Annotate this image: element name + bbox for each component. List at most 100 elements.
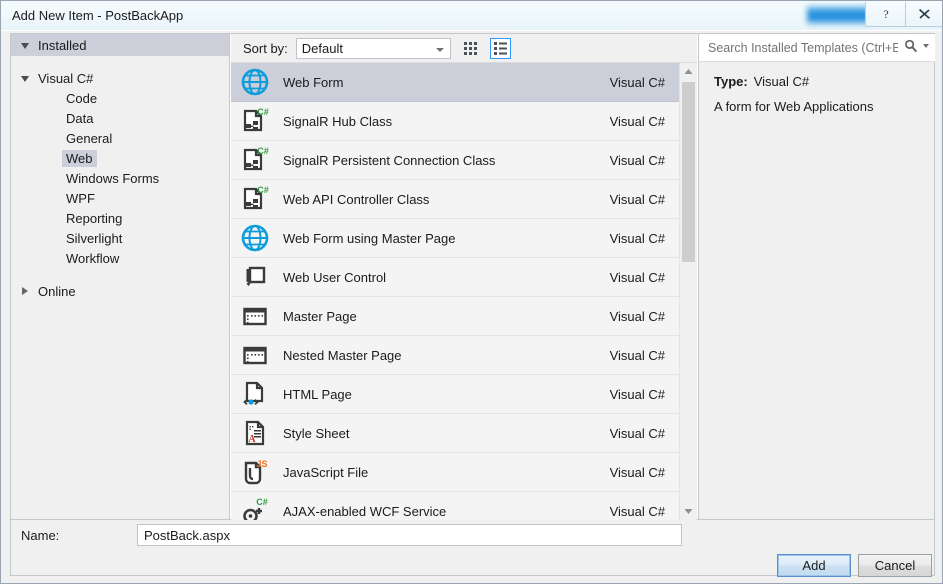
help-button[interactable]: ? bbox=[865, 2, 905, 27]
sidebar-item-label: Code bbox=[66, 90, 98, 106]
scroll-down-button[interactable] bbox=[680, 503, 697, 520]
list-item-name: Nested Master Page bbox=[283, 347, 402, 363]
list-item[interactable]: Web Form using Master Page Visual C# bbox=[231, 219, 679, 258]
dialog-title: Add New Item - PostBackApp bbox=[12, 8, 184, 23]
globe-icon bbox=[239, 222, 271, 254]
style-sheet-icon: A bbox=[239, 417, 271, 449]
svg-text:C#: C# bbox=[256, 497, 268, 507]
detail-type-label: Type: bbox=[714, 74, 748, 89]
list-item[interactable]: Master Page Visual C# bbox=[231, 297, 679, 336]
chevron-down-icon bbox=[21, 43, 29, 49]
sidebar-item-windows-forms[interactable]: Windows Forms bbox=[11, 168, 229, 188]
svg-text:C#: C# bbox=[257, 107, 269, 117]
csharp-class-icon: C# bbox=[239, 105, 271, 137]
sidebar-item-data[interactable]: Data bbox=[11, 108, 229, 128]
list-item-language: Visual C# bbox=[609, 503, 665, 519]
sidebar-item-label: Data bbox=[66, 110, 94, 126]
list-item-language: Visual C# bbox=[609, 191, 665, 207]
list-item[interactable]: C# Web API Controller Class Visual C# bbox=[231, 180, 679, 219]
sidebar-item-code[interactable]: Code bbox=[11, 88, 229, 108]
dialog-body: Installed Visual C# Code Data General We… bbox=[10, 33, 935, 520]
list-item-name: Web API Controller Class bbox=[283, 191, 430, 207]
add-new-item-dialog: Add New Item - PostBackApp ? Installed V… bbox=[0, 0, 943, 584]
list-item[interactable]: Nested Master Page Visual C# bbox=[231, 336, 679, 375]
list-item-name: Master Page bbox=[283, 308, 357, 324]
template-list[interactable]: Web Form Visual C# C# SignalR Hub Class … bbox=[231, 63, 679, 520]
list-item-name: AJAX-enabled WCF Service bbox=[283, 503, 447, 519]
name-label: Name: bbox=[21, 528, 60, 543]
details-pane: Type: Visual C# A form for Web Applicatio… bbox=[698, 34, 935, 519]
tree-header-installed[interactable]: Installed bbox=[11, 34, 229, 56]
close-button[interactable] bbox=[905, 2, 942, 27]
list-item-language: Visual C# bbox=[609, 113, 665, 129]
list-item[interactable]: Web User Control Visual C# bbox=[231, 258, 679, 297]
html-page-icon bbox=[239, 378, 271, 410]
chevron-down-icon bbox=[923, 44, 929, 48]
svg-text:JS: JS bbox=[256, 459, 267, 469]
list-item-name: JavaScript File bbox=[283, 464, 369, 480]
list-view-button[interactable] bbox=[489, 37, 511, 59]
list-item-language: Visual C# bbox=[609, 152, 665, 168]
medium-icons-view-button[interactable] bbox=[460, 38, 481, 59]
sidebar-item-workflow[interactable]: Workflow bbox=[11, 248, 229, 268]
svg-text:A: A bbox=[248, 434, 256, 445]
name-input[interactable] bbox=[137, 524, 682, 546]
list-item[interactable]: C# SignalR Persistent Connection Class V… bbox=[231, 141, 679, 180]
svg-text:C#: C# bbox=[257, 185, 269, 195]
chevron-down-icon bbox=[435, 47, 444, 52]
help-icon: ? bbox=[883, 7, 888, 21]
list-item[interactable]: HTML Page Visual C# bbox=[231, 375, 679, 414]
wcf-service-icon: C# bbox=[239, 495, 271, 520]
search-icon-group[interactable] bbox=[904, 39, 929, 53]
javascript-file-icon: JS bbox=[239, 456, 271, 488]
sidebar-item-general[interactable]: General bbox=[11, 128, 229, 148]
tree-group-visual-csharp[interactable]: Visual C# bbox=[11, 68, 229, 88]
csharp-class-icon: C# bbox=[239, 183, 271, 215]
sidebar-item-label: General bbox=[66, 130, 113, 146]
list-item-name: Style Sheet bbox=[283, 425, 350, 441]
csharp-class-icon: C# bbox=[239, 144, 271, 176]
sidebar-item-label: Silverlight bbox=[66, 230, 123, 246]
list-view-icon bbox=[493, 41, 507, 55]
svg-text:?: ? bbox=[883, 7, 888, 21]
tree-group-online[interactable]: Online bbox=[11, 281, 229, 301]
triangle-up-icon bbox=[684, 69, 693, 74]
list-item-name: SignalR Persistent Connection Class bbox=[283, 152, 496, 168]
triangle-down-icon bbox=[684, 509, 693, 514]
tree-group-label: Visual C# bbox=[38, 70, 94, 86]
template-list-frame: Web Form Visual C# C# SignalR Hub Class … bbox=[231, 62, 697, 520]
title-bar: Add New Item - PostBackApp ? bbox=[1, 1, 942, 31]
sidebar-item-reporting[interactable]: Reporting bbox=[11, 208, 229, 228]
medium-icons-view-icon bbox=[463, 41, 477, 55]
list-item[interactable]: JS JavaScript File Visual C# bbox=[231, 453, 679, 492]
blurred-badge bbox=[807, 5, 869, 25]
master-page-icon bbox=[239, 339, 271, 371]
sidebar-item-web[interactable]: Web bbox=[11, 148, 229, 168]
add-button[interactable]: Add bbox=[777, 554, 851, 577]
list-item[interactable]: C# SignalR Hub Class Visual C# bbox=[231, 102, 679, 141]
sidebar-item-label: Workflow bbox=[66, 250, 120, 266]
scrollbar-thumb[interactable] bbox=[682, 82, 695, 262]
list-item-name: Web Form bbox=[283, 74, 344, 90]
sidebar-item-label: Web bbox=[62, 149, 97, 167]
list-item-name: SignalR Hub Class bbox=[283, 113, 393, 129]
sidebar-item-wpf[interactable]: WPF bbox=[11, 188, 229, 208]
cancel-button[interactable]: Cancel bbox=[858, 554, 932, 577]
search-input[interactable] bbox=[708, 37, 898, 58]
list-item-language: Visual C# bbox=[609, 230, 665, 246]
list-item-language: Visual C# bbox=[609, 347, 665, 363]
sort-by-dropdown[interactable]: Default bbox=[295, 37, 451, 59]
sidebar-item-label: Reporting bbox=[66, 210, 123, 226]
search-icon bbox=[905, 39, 918, 53]
list-item[interactable]: A Style Sheet Visual C# bbox=[231, 414, 679, 453]
search-box[interactable] bbox=[699, 34, 935, 62]
list-item[interactable]: Web Form Visual C# bbox=[231, 63, 679, 102]
sidebar-item-silverlight[interactable]: Silverlight bbox=[11, 228, 229, 248]
list-scrollbar[interactable] bbox=[679, 63, 697, 520]
list-item[interactable]: C# AJAX-enabled WCF Service Visual C# bbox=[231, 492, 679, 520]
scroll-up-button[interactable] bbox=[680, 63, 697, 80]
sidebar-item-label: Windows Forms bbox=[66, 170, 160, 186]
sidebar-item-label: WPF bbox=[66, 190, 95, 206]
tree-group-label: Online bbox=[38, 283, 76, 299]
master-page-icon bbox=[239, 300, 271, 332]
